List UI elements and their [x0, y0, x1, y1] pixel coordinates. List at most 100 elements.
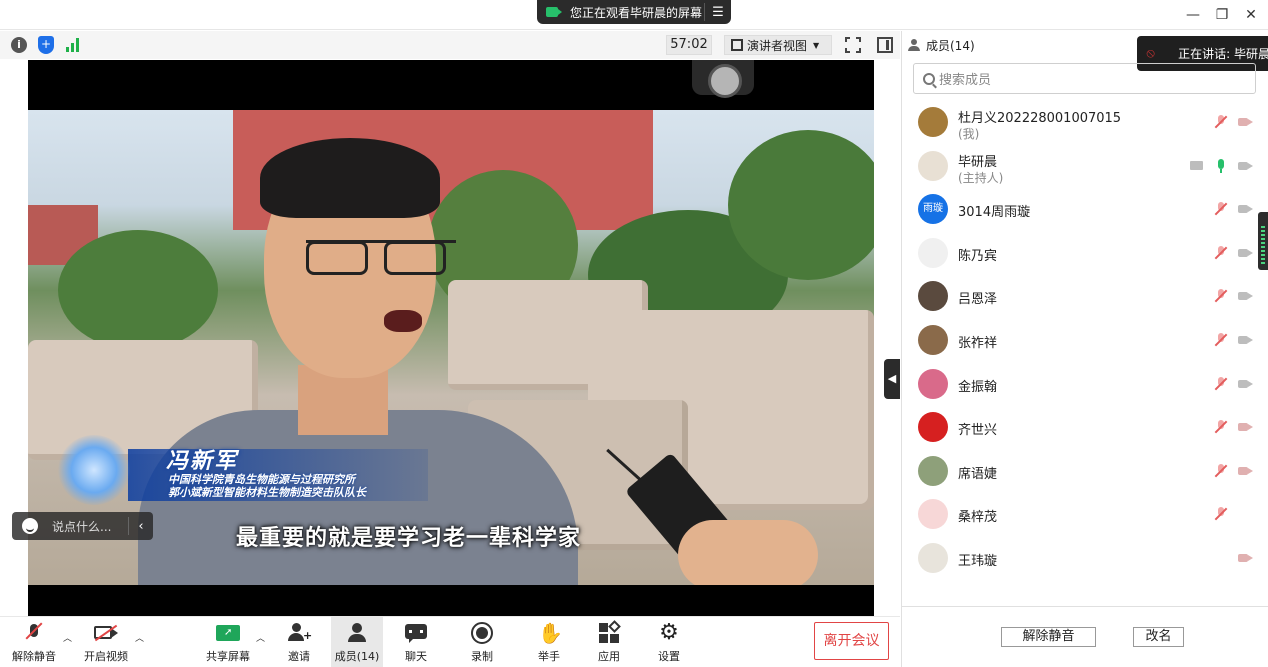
member-search-input[interactable]: 搜索成员 — [913, 63, 1256, 94]
view-mode-dropdown[interactable]: 演讲者视图 ▼ — [724, 35, 832, 55]
camera-off-icon — [94, 617, 118, 647]
user-icon — [908, 39, 920, 51]
member-row[interactable]: 雨璇 3014周雨璇 — [902, 187, 1268, 231]
member-role: (我) — [958, 127, 980, 141]
collapse-panel-button[interactable]: ◀ — [884, 359, 900, 399]
member-row[interactable]: 席语婕 — [902, 449, 1268, 493]
minimize-button[interactable]: — — [1182, 4, 1204, 26]
member-name: 桑梓茂 — [958, 510, 998, 526]
apps-label: 应用 — [598, 650, 620, 663]
unmute-label: 解除静音 — [12, 650, 56, 663]
info-icon[interactable]: i — [11, 37, 27, 53]
tree — [728, 130, 874, 280]
apps-button[interactable]: 应用 — [591, 617, 627, 667]
members-footer: 解除静音 改名 — [902, 606, 1268, 667]
avatar — [918, 455, 948, 486]
screen-share-notice: 您正在观看毕研晨的屏幕 ☰ — [537, 0, 731, 24]
mic-off-icon[interactable] — [1214, 420, 1228, 434]
member-name: 张祚祥 — [958, 335, 998, 351]
chevron-up-icon[interactable]: ︿ — [135, 631, 144, 644]
unmute-all-button[interactable]: 解除静音 — [1001, 627, 1096, 647]
invite-button[interactable]: + 邀请 — [282, 617, 316, 667]
mic-off-icon[interactable] — [1214, 507, 1228, 521]
camera-off-icon[interactable] — [1238, 377, 1253, 391]
settings-button[interactable]: ⚙ 设置 — [651, 617, 687, 667]
start-video-button[interactable]: 开启视频 — [80, 617, 132, 667]
sidebar-toggle-icon[interactable] — [877, 37, 893, 53]
camera-off-icon[interactable] — [1238, 333, 1253, 347]
camera-off-icon[interactable] — [1238, 289, 1253, 303]
speaker-mouth — [384, 310, 422, 332]
settings-label: 设置 — [658, 650, 680, 663]
meeting-info-bar: i + 57:02 演讲者视图 ▼ — [0, 31, 900, 59]
member-row[interactable]: 吕恩泽 — [902, 274, 1268, 318]
mic-off-icon[interactable] — [1214, 289, 1228, 303]
mic-on-icon[interactable] — [1214, 158, 1228, 173]
member-row[interactable]: 桑梓茂 — [902, 492, 1268, 536]
unmute-button[interactable]: 解除静音 — [8, 617, 60, 667]
chat-button[interactable]: 聊天 — [398, 617, 434, 667]
camera-off-icon[interactable] — [1238, 202, 1253, 216]
video-subtitle: 最重要的就是要学习老一辈科学家 — [236, 526, 582, 551]
chevron-up-icon[interactable]: ︿ — [256, 631, 265, 644]
chat-label: 聊天 — [405, 650, 427, 663]
network-signal-icon[interactable] — [66, 38, 82, 52]
mic-off-icon[interactable] — [1214, 202, 1228, 216]
invite-label: 邀请 — [288, 650, 310, 663]
gear-icon: ⚙ — [659, 620, 679, 645]
search-placeholder[interactable]: 搜索成员 — [939, 69, 991, 88]
meeting-area: i + 57:02 演讲者视图 ▼ 冯新军 中国科学院青岛生物能源与过程研究所 … — [0, 31, 900, 667]
member-row[interactable]: 陈乃宾 — [902, 231, 1268, 275]
record-button[interactable]: 录制 — [464, 617, 500, 667]
member-name: 杜月义202228001007015 — [958, 111, 1122, 126]
shared-screen: 冯新军 中国科学院青岛生物能源与过程研究所 郭小斌新型智能材料生物制造突击队队长… — [28, 60, 874, 617]
camera-off-icon[interactable] — [1238, 115, 1253, 129]
share-control-handle[interactable] — [692, 60, 754, 98]
fullscreen-icon[interactable] — [845, 37, 861, 53]
camera-off-icon[interactable] — [1238, 246, 1253, 260]
raise-hand-label: 举手 — [538, 650, 560, 663]
share-screen-button[interactable]: ➚ 共享屏幕 — [202, 617, 254, 667]
camera-off-icon[interactable] — [1238, 551, 1253, 565]
member-row[interactable]: 张祚祥 — [902, 318, 1268, 362]
avatar — [918, 150, 948, 181]
member-role: (主持人) — [958, 170, 1004, 185]
mic-off-icon[interactable] — [1214, 463, 1228, 478]
share-menu-icon[interactable]: ☰ — [705, 5, 731, 20]
restore-button[interactable]: ❐ — [1211, 4, 1233, 26]
chevron-up-icon[interactable]: ︿ — [63, 631, 72, 644]
member-row[interactable]: 毕研晨 (主持人) — [902, 144, 1268, 188]
camera-off-icon[interactable] — [1238, 420, 1253, 434]
member-list: 杜月义202228001007015 (我) 毕研晨 (主持人) 雨璇 3014周雨璇 陈乃… — [902, 100, 1268, 606]
member-row[interactable]: 王玮璇 — [902, 536, 1268, 580]
close-button[interactable]: ✕ — [1240, 4, 1262, 26]
member-name: 陈乃宾 — [958, 248, 998, 264]
add-user-icon: + — [288, 617, 312, 647]
member-name: 王玮璇 — [958, 553, 998, 569]
camera-off-icon[interactable] — [1238, 464, 1253, 478]
shield-icon[interactable]: + — [38, 36, 54, 54]
mic-off-icon[interactable] — [1214, 115, 1228, 129]
mic-off-icon[interactable] — [1214, 376, 1228, 391]
quick-chat-input[interactable]: 说点什么... ‹ — [12, 512, 153, 540]
mic-off-icon[interactable] — [1214, 245, 1228, 260]
mic-off-icon[interactable] — [1214, 332, 1228, 347]
chevron-left-icon[interactable]: ‹ — [129, 519, 153, 534]
member-row[interactable]: 杜月义202228001007015 (我) — [902, 100, 1268, 144]
avatar — [918, 499, 948, 530]
member-row[interactable]: 齐世兴 — [902, 405, 1268, 449]
camera-off-icon[interactable] — [1238, 159, 1253, 173]
speaker-affiliation: 中国科学院青岛生物能源与过程研究所 郭小斌新型智能材料生物制造突击队队长 — [168, 473, 366, 499]
speaker-org-line1: 中国科学院青岛生物能源与过程研究所 — [168, 473, 355, 486]
member-row[interactable]: 金振翰 — [902, 362, 1268, 406]
emoji-icon[interactable] — [22, 518, 38, 534]
chat-placeholder[interactable]: 说点什么... — [52, 518, 128, 535]
rename-button[interactable]: 改名 — [1133, 627, 1184, 647]
leave-meeting-button[interactable]: 离开会议 — [814, 622, 889, 660]
speaker-name: 冯新军 — [166, 449, 239, 474]
raise-hand-button[interactable]: ✋ 举手 — [531, 617, 567, 667]
avatar — [918, 281, 948, 312]
speaker-view-icon — [731, 39, 743, 51]
members-button[interactable]: 成员(14) — [331, 617, 383, 667]
start-video-label: 开启视频 — [84, 650, 128, 663]
